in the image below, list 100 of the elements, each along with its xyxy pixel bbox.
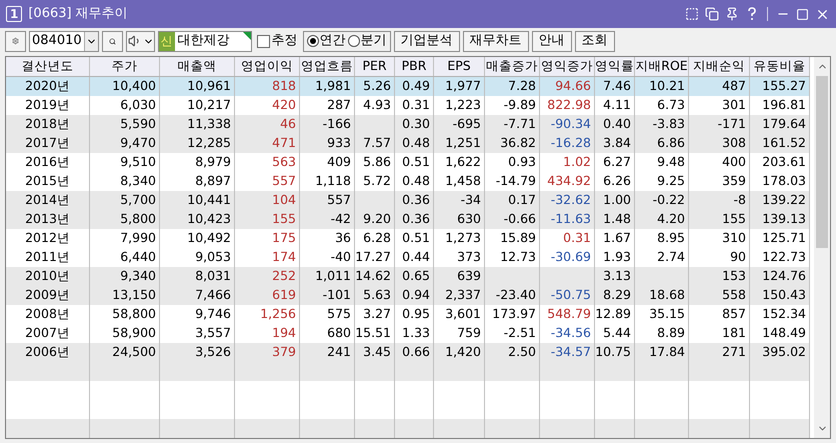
- code-combo[interactable]: 084010: [29, 30, 99, 52]
- column-header[interactable]: EPS: [434, 57, 485, 76]
- table-cell-text: 24,500: [112, 343, 156, 362]
- toolbar-button[interactable]: 기업분석: [394, 30, 460, 52]
- table-cell-text: 1,011: [315, 267, 351, 286]
- table-cell-text: 359: [722, 172, 746, 190]
- table-row[interactable]: 2014년 5,700 10,441 104 557 0.36 -34 0.17 -32.62 1.00 -0.22 -8 139.22: [6, 191, 810, 210]
- speaker-combo[interactable]: [126, 30, 155, 52]
- table-cell-text: 9.20: [363, 210, 391, 228]
- table-cell-text: 2011년: [25, 248, 70, 266]
- table-cell-text: 5.63: [363, 286, 391, 304]
- table-cell-text: 1,273: [445, 229, 481, 248]
- table-cell-text: 5.72: [363, 172, 391, 190]
- table-cell-text: 287: [327, 96, 351, 114]
- table-cell-text: 630: [457, 210, 481, 228]
- table-cell-text: 563: [272, 153, 296, 172]
- table-cell-text: 1.02: [563, 153, 591, 172]
- column-header[interactable]: 지배순익: [689, 57, 750, 76]
- table-row[interactable]: 2009년 13,150 7,466 619 -101 5.63 0.94 2,337 -23.40 -50.75 8.29 18.68 558 150.43: [6, 286, 810, 305]
- table-cell-text: 2008년: [25, 305, 70, 324]
- table-cell-text: 9,340: [120, 267, 156, 286]
- table-cell-text: 10,961: [187, 77, 231, 96]
- company-field[interactable]: 신 대한제강: [158, 30, 252, 52]
- column-header[interactable]: 영업흐름: [300, 57, 355, 76]
- table-cell-text: -40: [330, 248, 351, 266]
- table-cell-text: 4.11: [603, 96, 631, 114]
- table-cell-text: 1,118: [315, 172, 351, 190]
- table-cell-text: 46: [280, 115, 296, 134]
- column-header[interactable]: 매출액: [160, 57, 235, 76]
- toolbar-button[interactable]: 재무차트: [462, 30, 529, 52]
- settings-button[interactable]: [5, 30, 26, 52]
- table-cell-text: 1,981: [315, 77, 351, 96]
- table-cell-text: 1.33: [402, 324, 430, 342]
- help-icon[interactable]: [745, 7, 759, 21]
- table-row[interactable]: 2018년 5,590 11,338 46 -166 0.30 -695 -7.71 -90.34 0.40 -3.83 -171 179.64: [6, 115, 810, 134]
- table-cell-text: 173.97: [492, 305, 536, 324]
- table-cell-text: 35.15: [649, 305, 685, 324]
- table-cell-text: 12.89: [595, 305, 631, 324]
- table-cell-text: 9,746: [195, 305, 231, 324]
- table-cell-text: 619: [272, 286, 296, 304]
- scrollbar[interactable]: [814, 57, 830, 438]
- table-cell-text: 2006년: [25, 343, 70, 362]
- table-cell-text: 0.95: [402, 305, 430, 324]
- table-cell-text: 153: [722, 267, 746, 286]
- column-header[interactable]: 결산년도: [6, 57, 90, 76]
- table-cell-text: 0.31: [402, 96, 430, 114]
- layout-icon[interactable]: [685, 7, 699, 21]
- table-row[interactable]: 2013년 5,800 10,423 155 -42 9.20 0.36 630 -0.66 -11.63 1.48 4.20 155 139.13: [6, 210, 810, 229]
- table-cell-text: 0.40: [603, 115, 631, 134]
- column-header[interactable]: PBR: [395, 57, 434, 76]
- table-cell-text: 4.20: [657, 210, 685, 228]
- table-row[interactable]: 2006년 24,500 3,526 379 241 3.45 0.66 1,420 2.50 -34.57 10.75 17.84 271 395.02: [6, 343, 810, 362]
- table-cell-text: 1,251: [445, 134, 481, 152]
- search-button[interactable]: [102, 30, 123, 52]
- column-header[interactable]: 영업이익: [235, 57, 300, 76]
- table-cell-text: 5.44: [603, 324, 631, 342]
- table-cell-text: 2016년: [25, 153, 70, 172]
- table-cell-text: -2.51: [504, 324, 536, 342]
- table-cell-text: 12,285: [187, 134, 231, 152]
- pin-icon[interactable]: [725, 7, 739, 21]
- table-cell-text: 2.74: [657, 248, 685, 266]
- table-cell-text: 203.61: [762, 153, 806, 172]
- period-radio[interactable]: 연간: [306, 31, 346, 51]
- table-cell-text: 13,150: [112, 286, 156, 304]
- column-header[interactable]: 유동비율: [750, 57, 810, 76]
- table-cell-text: 639: [457, 267, 481, 286]
- table-row[interactable]: 2020년 10,400 10,961 818 1,981 5.26 0.49 1,977 7.28 94.66 7.46 10.21 487 155.27: [6, 77, 810, 96]
- toolbar-button[interactable]: 조회: [574, 30, 615, 52]
- table-cell-text: -42: [330, 210, 351, 228]
- table-cell-text: 6.73: [657, 96, 685, 114]
- table-row[interactable]: 2017년 9,470 12,285 471 933 7.57 0.48 1,251 36.82 -16.28 3.84 6.86 308 161.52: [6, 134, 810, 153]
- table-cell-text: 3,557: [195, 324, 231, 342]
- table-cell-text: 0.30: [402, 115, 430, 134]
- column-header[interactable]: PER: [355, 57, 395, 76]
- column-header[interactable]: 지배ROE: [635, 57, 689, 76]
- table-cell-text: 10,441: [187, 191, 231, 210]
- table-cell-text: -3.83: [652, 115, 685, 134]
- estimate-checkbox[interactable]: 추정: [256, 31, 298, 51]
- copy-icon[interactable]: [705, 7, 719, 21]
- table-cell-text: -32.62: [550, 191, 591, 210]
- table-cell-text: 3,526: [195, 343, 231, 362]
- column-header[interactable]: 매출증가: [485, 57, 540, 76]
- toolbar-button[interactable]: 안내: [532, 30, 572, 52]
- table-row[interactable]: 2010년 9,340 8,031 252 1,011 14.62 0.65 639 3.13 153 124.76: [6, 267, 810, 286]
- table-cell-text: 3.13: [603, 267, 631, 286]
- column-header[interactable]: 영익률: [595, 57, 635, 76]
- table-cell-text: 9,470: [120, 134, 156, 152]
- table-cell-text: 0.17: [508, 191, 536, 210]
- column-header[interactable]: 영익증가: [540, 57, 595, 76]
- table-cell-text: 6.26: [603, 172, 631, 190]
- table-cell-text: 7.57: [363, 134, 391, 152]
- table-cell-text: 2012년: [25, 229, 70, 248]
- table-cell-text: 9,510: [120, 153, 156, 172]
- table-cell-text: 148.49: [762, 324, 806, 342]
- table-cell-text: 933: [327, 134, 351, 152]
- table-cell-text: 17.84: [649, 343, 685, 362]
- maximize-icon[interactable]: [796, 8, 809, 20]
- table-cell-text: 7.28: [508, 77, 536, 96]
- column-header[interactable]: 주가: [90, 57, 160, 76]
- period-radio[interactable]: 분기: [348, 31, 387, 51]
